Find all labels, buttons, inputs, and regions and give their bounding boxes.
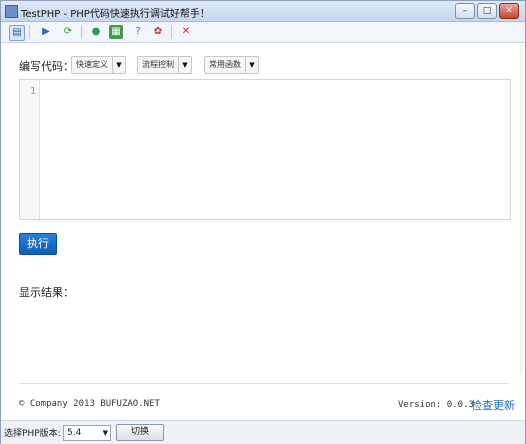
help-icon[interactable]: ? [131, 25, 145, 39]
quick-define-dropdown[interactable]: 快速定义 ▼ [71, 56, 126, 74]
line-number: 1 [29, 86, 36, 97]
version-text: Version: 0.0.3 [398, 400, 474, 410]
php-version-select[interactable]: 5.4 ▼ [63, 425, 111, 441]
chart-icon[interactable]: ▦ [109, 25, 123, 39]
file-icon[interactable]: ▤ [9, 25, 25, 41]
dropdown-label: 流程控制 [142, 60, 174, 69]
toolbar-separator [29, 25, 30, 39]
run-icon[interactable]: ▶ [39, 25, 53, 39]
app-window: TestPHP - PHP代码快速执行调试好帮手！ – □ ✕ ▤ ▶ ⟳ ● … [0, 0, 526, 444]
close-button[interactable]: ✕ [499, 3, 519, 19]
php-version-label: 选择PHP版本: [4, 429, 61, 439]
scrollbar[interactable] [520, 45, 523, 375]
maximize-button[interactable]: □ [477, 3, 497, 19]
window-title: TestPHP - PHP代码快速执行调试好帮手！ [21, 9, 210, 20]
toolbar: ▤ ▶ ⟳ ● ▦ ? ✿ ✕ [1, 22, 525, 43]
code-label: 编写代码： [19, 60, 74, 73]
common-functions-dropdown[interactable]: 常用函数 ▼ [204, 56, 259, 74]
toolbar-separator [81, 25, 82, 39]
close-red-icon[interactable]: ✕ [179, 25, 193, 39]
window-controls: – □ ✕ [455, 3, 519, 19]
code-editor[interactable]: 1 [19, 79, 511, 220]
chevron-down-icon: ▼ [178, 57, 191, 73]
award-icon[interactable]: ✿ [151, 25, 165, 39]
copyright-text: © Company 2013 BUFUZAO.NET [19, 399, 160, 409]
check-update-link[interactable]: 检查更新 [471, 397, 515, 413]
chevron-down-icon: ▼ [112, 57, 125, 73]
switch-button[interactable]: 切换 [116, 424, 164, 441]
refresh-icon[interactable]: ⟳ [61, 25, 75, 39]
php-version-value: 5.4 [67, 428, 82, 438]
title-bar: TestPHP - PHP代码快速执行调试好帮手！ – □ ✕ [1, 1, 525, 22]
dropdown-label: 常用函数 [209, 60, 241, 69]
globe-icon[interactable]: ● [89, 25, 103, 39]
dropdown-label: 快速定义 [76, 60, 108, 69]
chevron-down-icon: ▼ [245, 57, 258, 73]
minimize-button[interactable]: – [455, 3, 475, 19]
footer-divider [19, 383, 509, 384]
run-button[interactable]: 执行 [19, 233, 57, 255]
app-icon [5, 5, 18, 18]
status-bar: 选择PHP版本: 5.4 ▼ 切换 [1, 420, 525, 444]
result-label: 显示结果： [19, 286, 74, 299]
flow-control-dropdown[interactable]: 流程控制 ▼ [137, 56, 192, 74]
chevron-down-icon: ▼ [102, 429, 108, 437]
line-number-gutter: 1 [20, 80, 40, 219]
toolbar-separator [171, 25, 172, 39]
